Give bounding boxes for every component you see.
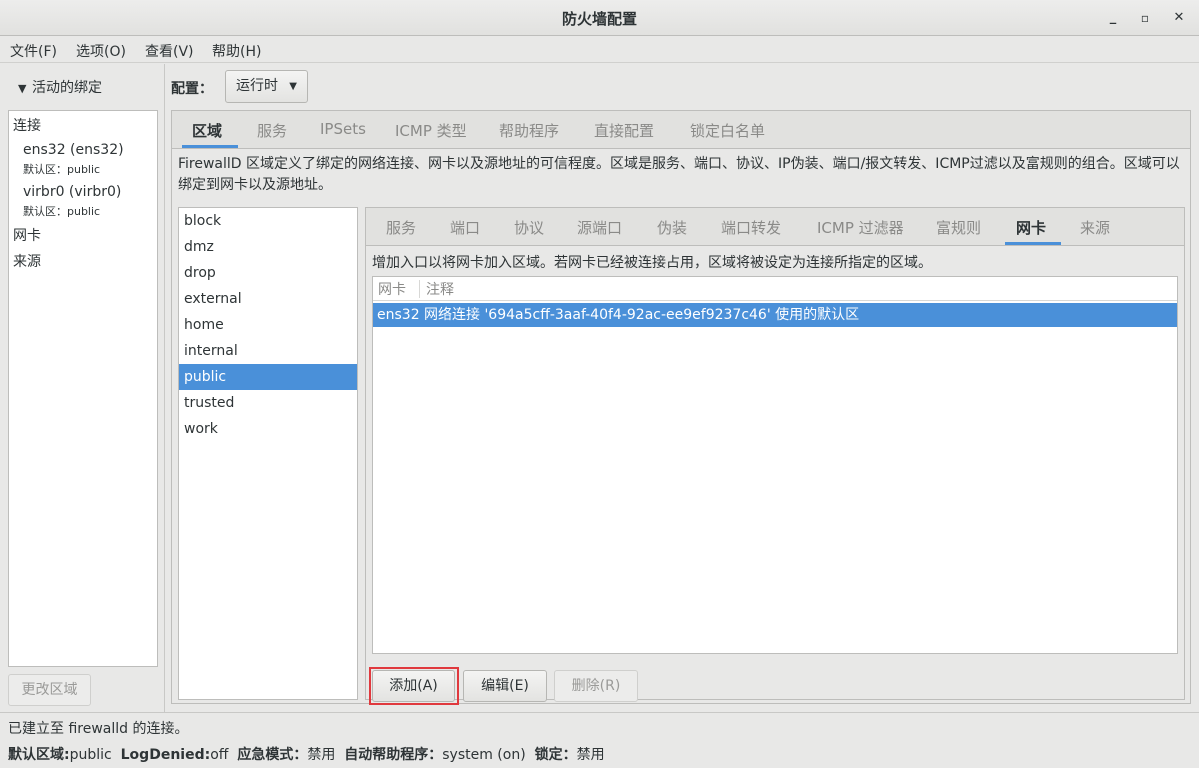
zone-item-work[interactable]: work [179,416,357,442]
zone-item-trusted[interactable]: trusted [179,390,357,416]
config-mode-value: 运行时 [236,78,278,94]
tab-helpers[interactable]: 帮助程序 [499,120,559,141]
active-zone-tab-indicator [1005,242,1061,245]
config-mode-dropdown[interactable]: 运行时 ▼ [225,70,308,103]
binding-ens32-name[interactable]: ens32 (ens32) [23,142,124,158]
minimize-button[interactable]: _ [1102,7,1124,29]
zone-description: FirewallD 区域定义了绑定的网络连接、网卡以及源地址的可信程度。区域是服… [178,156,1180,193]
zone-tab-source-ports[interactable]: 源端口 [577,217,622,238]
remove-interface-button[interactable]: 删除(R) [554,670,638,702]
zone-item-drop[interactable]: drop [179,260,357,286]
default-zone-label: 默认区域: [8,747,70,763]
nics-header[interactable]: 网卡 [13,225,41,245]
active-tab-indicator [182,145,238,148]
config-label: 配置： [171,81,213,97]
tab-zones[interactable]: 区域 [192,120,222,141]
binding-ens32-zone: 默认区：public [23,163,101,176]
zone-tab-port-forwarding[interactable]: 端口转发 [721,217,781,238]
zone-tab-ports[interactable]: 端口 [450,217,480,238]
log-denied-label: LogDenied: [120,747,211,763]
column-separator [419,280,420,298]
window-title: 防火墙配置 [561,10,637,28]
table-row[interactable]: ens32 网络连接 '694a5cff-3aaf-40f4-92ac-ee9e… [373,303,1177,327]
dropdown-arrow-icon: ▼ [289,81,297,92]
sources-header[interactable]: 来源 [13,251,41,271]
connections-header[interactable]: 连接 [13,115,41,135]
menu-options[interactable]: 选项(O) [76,41,126,61]
zone-tab-masquerading[interactable]: 伪装 [657,217,687,238]
lockdown-value: 禁用 [576,747,605,763]
log-denied-value: off [210,747,229,763]
zone-item-internal[interactable]: internal [179,338,357,364]
active-bindings-pane: ▼ 活动的绑定 连接 ens32 (ens32) 默认区：public virbr… [0,64,165,712]
title-bar: 防火墙配置 _ ▫ ✕ [0,0,1199,36]
zone-list: block dmz drop external home internal pu… [178,207,358,700]
change-zone-button[interactable]: 更改区域 [8,674,91,706]
status-summary: 默认区域:public LogDenied:off 应急模式：禁用 自动帮助程序… [8,744,605,764]
zone-tab-protocols[interactable]: 协议 [514,217,544,238]
menu-view[interactable]: 查看(V) [145,41,194,61]
edit-interface-button[interactable]: 编辑(E) [463,670,547,702]
auto-helpers-label: 自动帮助程序： [344,747,443,763]
tab-direct-config[interactable]: 直接配置 [594,120,654,141]
tab-icmp-types[interactable]: ICMP 类型 [395,120,467,141]
tab-lockdown-whitelist[interactable]: 锁定白名单 [690,120,765,141]
chevron-down-icon: ▼ [18,82,27,95]
binding-virbr0-name[interactable]: virbr0 (virbr0) [23,184,121,200]
auto-helpers-value: system (on) [442,747,526,763]
zone-item-dmz[interactable]: dmz [179,234,357,260]
menu-help[interactable]: 帮助(H) [212,41,261,61]
menu-file[interactable]: 文件(F) [10,41,57,61]
zone-tab-rich-rules[interactable]: 富规则 [936,217,981,238]
column-header-comment[interactable]: 注释 [426,279,454,299]
default-zone-value: public [69,747,112,763]
tab-ipsets[interactable]: IPSets [320,120,366,138]
expander-label: 活动的绑定 [32,80,102,96]
zone-tab-services[interactable]: 服务 [386,217,416,238]
lockdown-label: 锁定： [534,747,577,763]
close-button[interactable]: ✕ [1168,7,1190,29]
zone-item-block[interactable]: block [179,208,357,234]
column-header-nic[interactable]: 网卡 [378,279,406,299]
main-notebook: 区域 服务 IPSets ICMP 类型 帮助程序 直接配置 锁定白名单 Fir… [171,110,1191,705]
connection-status: 已建立至 firewalld 的连接。 [8,721,189,737]
zone-tab-interfaces[interactable]: 网卡 [1016,217,1046,238]
row-nic: ens32 [377,307,420,323]
zone-tab-bar: 服务 端口 协议 源端口 伪装 端口转发 ICMP 过滤器 富规则 网卡 来源 [366,208,1184,246]
zone-tab-sources[interactable]: 来源 [1080,217,1110,238]
binding-virbr0-zone: 默认区：public [23,205,101,218]
tab-services[interactable]: 服务 [257,120,287,141]
top-tab-bar: 区域 服务 IPSets ICMP 类型 帮助程序 直接配置 锁定白名单 [172,111,1190,149]
status-bar: 已建立至 firewalld 的连接。 默认区域:public LogDenie… [0,712,1199,768]
row-comment: 网络连接 '694a5cff-3aaf-40f4-92ac-ee9ef9237c… [424,307,860,323]
zone-settings-notebook: 服务 端口 协议 源端口 伪装 端口转发 ICMP 过滤器 富规则 网卡 来源 … [365,207,1185,705]
interfaces-description: 增加入口以将网卡加入区域。若网卡已经被连接占用，区域将被设定为连接所指定的区域。 [372,255,932,271]
bindings-list: 连接 ens32 (ens32) 默认区：public virbr0 (virb… [8,110,158,667]
zone-tab-icmp-filter[interactable]: ICMP 过滤器 [817,217,904,238]
panic-mode-label: 应急模式： [237,747,308,763]
zone-item-public[interactable]: public [179,364,357,390]
interfaces-table: 网卡 注释 ens32 网络连接 '694a5cff-3aaf-40f4-92a… [372,276,1178,654]
table-header: 网卡 注释 [373,277,1177,301]
maximize-button[interactable]: ▫ [1134,7,1156,29]
panic-mode-value: 禁用 [307,747,336,763]
zone-item-home[interactable]: home [179,312,357,338]
menu-bar: 文件(F) 选项(O) 查看(V) 帮助(H) [0,37,1199,63]
active-bindings-expander[interactable]: ▼ 活动的绑定 [18,77,102,97]
highlight-box [369,667,459,705]
zone-item-external[interactable]: external [179,286,357,312]
